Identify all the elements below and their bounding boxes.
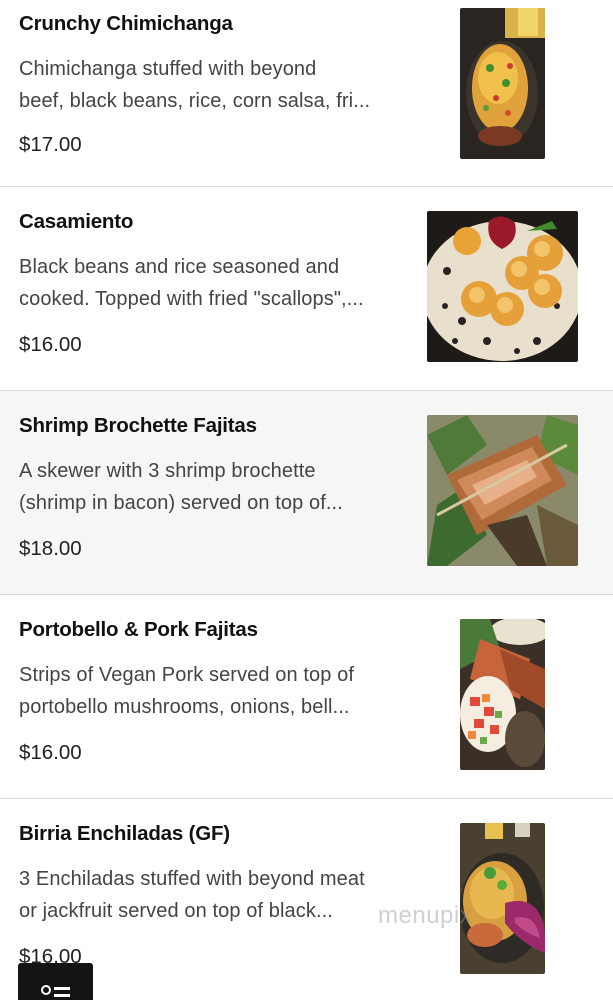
- watermark-text: menupix: [378, 902, 473, 929]
- description-line: (shrimp in bacon) served on top of...: [19, 492, 343, 514]
- menu-item-description: Black beans and rice seasoned and cooked…: [19, 251, 409, 315]
- portobello-photo[interactable]: [460, 619, 545, 770]
- menu-item-price: $16.00: [19, 741, 82, 764]
- description-line: Strips of Vegan Pork served on top of: [19, 664, 355, 686]
- menu-item-name: Birria Enchiladas (GF): [19, 822, 230, 845]
- fajitas-photo[interactable]: [427, 415, 578, 566]
- menu-item-shrimp-brochette-fajitas[interactable]: Shrimp Brochette Fajitas A skewer with 3…: [0, 391, 613, 595]
- menu-item-price: $16.00: [19, 333, 82, 356]
- chimichanga-photo[interactable]: [460, 8, 545, 159]
- description-line: Black beans and rice seasoned and: [19, 256, 340, 278]
- menu-item-name: Casamiento: [19, 210, 134, 233]
- casamiento-photo[interactable]: [427, 211, 578, 362]
- description-line: or jackfruit served on top of black...: [19, 900, 333, 922]
- menu-item-price: $17.00: [19, 133, 82, 156]
- menu-item-description: A skewer with 3 shrimp brochette (shrimp…: [19, 455, 409, 519]
- menu-item-name: Shrimp Brochette Fajitas: [19, 414, 257, 437]
- enchiladas-photo[interactable]: [460, 823, 545, 974]
- menu-item-name: Crunchy Chimichanga: [19, 12, 233, 35]
- menu-item-crunchy-chimichanga[interactable]: Crunchy Chimichanga Chimichanga stuffed …: [0, 0, 613, 187]
- menu-item-casamiento[interactable]: Casamiento Black beans and rice seasoned…: [0, 187, 613, 391]
- menu-item-name: Portobello & Pork Fajitas: [19, 618, 258, 641]
- menu-item-description: Chimichanga stuffed with beyond beef, bl…: [19, 53, 409, 117]
- menu-item-portobello-pork-fajitas[interactable]: Portobello & Pork Fajitas Strips of Vega…: [0, 595, 613, 799]
- menu-item-description: 3 Enchiladas stuffed with beyond meat or…: [19, 863, 409, 927]
- description-line: A skewer with 3 shrimp brochette: [19, 460, 316, 482]
- description-line: beef, black beans, rice, corn salsa, fri…: [19, 90, 371, 112]
- menu-item-description: Strips of Vegan Pork served on top of po…: [19, 659, 409, 723]
- description-line: portobello mushrooms, onions, bell...: [19, 696, 350, 718]
- menu-fab-button[interactable]: [18, 963, 93, 1000]
- menu-item-price: $18.00: [19, 537, 82, 560]
- menu-list-icon: [40, 981, 71, 1000]
- description-line: cooked. Topped with fried "scallops",...: [19, 288, 364, 310]
- description-line: 3 Enchiladas stuffed with beyond meat: [19, 868, 365, 890]
- description-line: Chimichanga stuffed with beyond: [19, 58, 317, 80]
- menu-item-list: Crunchy Chimichanga Chimichanga stuffed …: [0, 0, 613, 1000]
